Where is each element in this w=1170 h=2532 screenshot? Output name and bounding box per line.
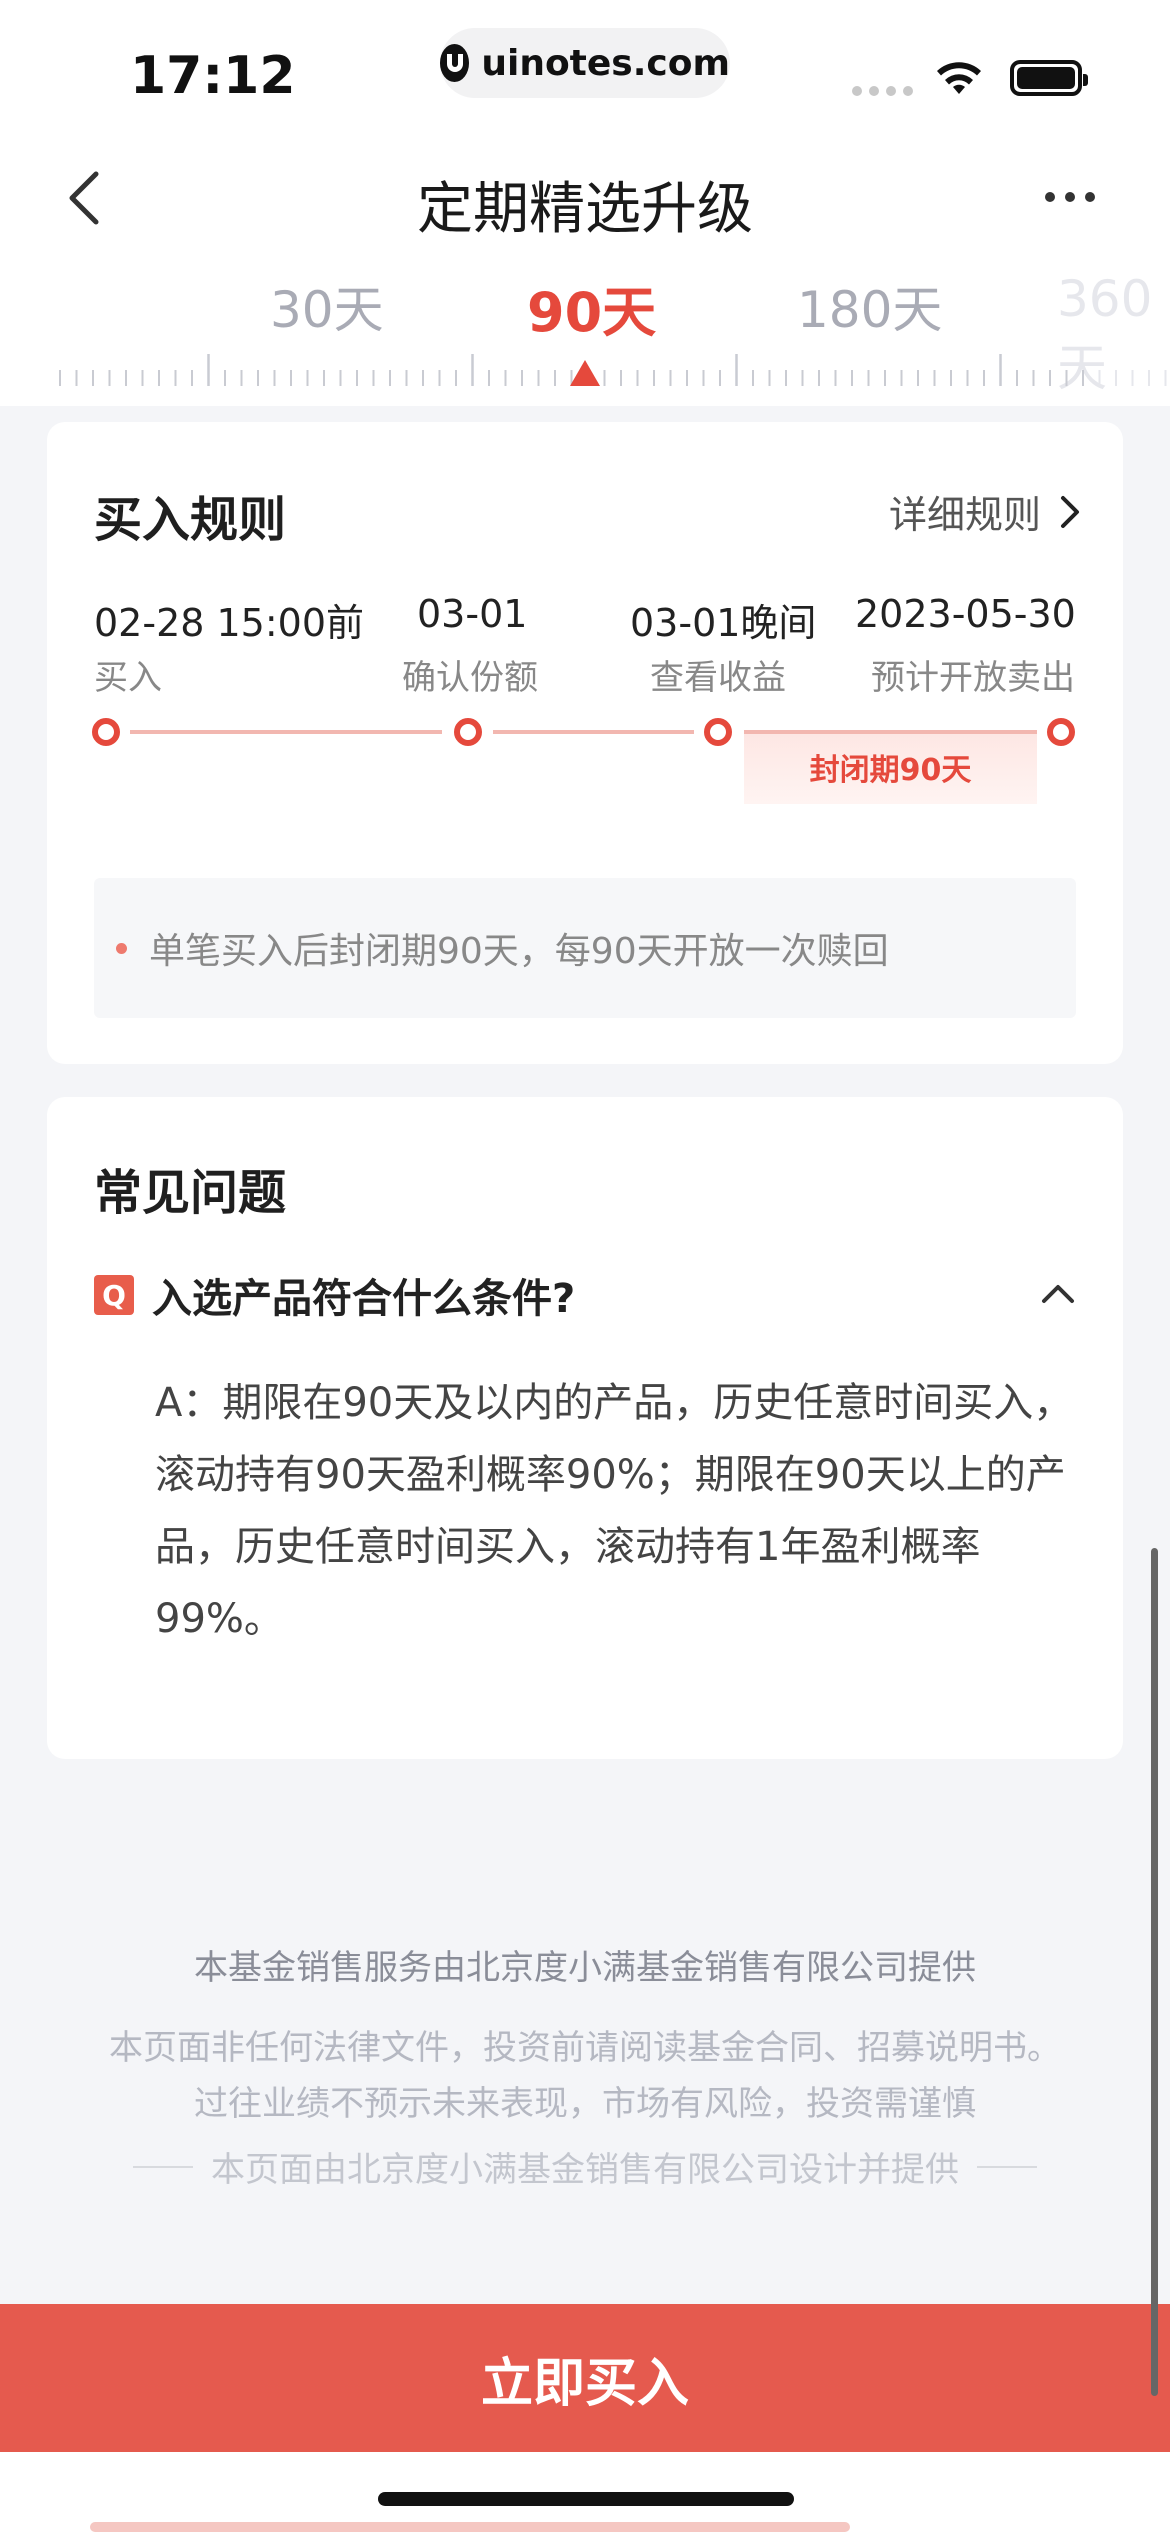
chevron-up-icon[interactable] <box>1040 1275 1076 1311</box>
timeline-node <box>92 718 120 746</box>
period-ruler[interactable] <box>0 350 1170 390</box>
page-title: 定期精选升级 <box>417 177 753 242</box>
chevron-right-icon <box>1061 495 1079 528</box>
period-30[interactable]: 30天 <box>270 270 384 342</box>
timeline-node <box>454 718 482 746</box>
cellular-signal-icon <box>852 86 913 96</box>
detail-rules-label: 详细规则 <box>888 493 1041 537</box>
step-date-earnings: 03-01晚间 <box>630 601 817 645</box>
period-selector[interactable]: 30天 90天 180天 360天 <box>0 270 1170 406</box>
url-text: uinotes.com <box>481 42 730 84</box>
question-badge-icon: Q <box>94 1275 134 1315</box>
footer-design: 本页面由北京度小满基金销售有限公司设计并提供 <box>0 2142 1170 2191</box>
home-indicator[interactable] <box>378 2492 794 2506</box>
step-date-sell: 2023-05-30 <box>855 592 1076 636</box>
step-date-buy: 02-28 15:00前 <box>94 601 365 645</box>
faq-question: 入选产品符合什么条件? <box>152 1276 576 1322</box>
faq-question-row[interactable]: Q 入选产品符合什么条件? <box>94 1265 1076 1325</box>
status-bar: 17:12 uinotes.com <box>0 0 1170 140</box>
timeline-node <box>704 718 732 746</box>
buy-rules-title: 买入规则 <box>94 492 287 548</box>
faq-answer: A：期限在90天及以内的产品，历史任意时间买入，滚动持有90天盈利概率90%；期… <box>155 1380 1074 1642</box>
url-pill[interactable]: uinotes.com <box>440 28 730 98</box>
site-logo-icon <box>440 44 470 82</box>
step-date-confirm: 03-01 <box>417 592 528 636</box>
timeline-node <box>1047 718 1075 746</box>
scrollbar[interactable] <box>1151 1548 1158 2396</box>
faq-card: 常见问题 Q 入选产品符合什么条件? A：期限在90天及以内的产品，历史任意时间… <box>47 1097 1123 1759</box>
more-options-icon[interactable] <box>1045 192 1095 202</box>
buy-rules-card: 买入规则 详细规则 02-28 15:00前 买入 03-01 确认份额 03-… <box>47 422 1123 1064</box>
divider <box>977 2165 1037 2168</box>
rule-note-text: 单笔买入后封闭期90天，每90天开放一次赎回 <box>149 931 889 972</box>
footer-design-text: 本页面由北京度小满基金销售有限公司设计并提供 <box>211 2150 959 2190</box>
rule-note: 单笔买入后封闭期90天，每90天开放一次赎回 <box>94 878 1076 1018</box>
faq-title: 常见问题 <box>94 1165 287 1221</box>
period-90-active[interactable]: 90天 <box>527 270 656 347</box>
wifi-icon <box>937 62 981 94</box>
bottom-glow <box>90 2522 850 2532</box>
step-label-sell: 预计开放卖出 <box>871 658 1075 698</box>
footer-provider: 本基金销售服务由北京度小满基金销售有限公司提供 <box>194 1948 976 1988</box>
bullet-dot-icon <box>116 942 127 954</box>
buy-now-button[interactable]: 立即买入 <box>0 2304 1170 2452</box>
timeline <box>92 718 1075 746</box>
status-time: 17:12 <box>130 46 296 106</box>
detail-rules-link[interactable]: 详细规则 <box>889 484 1083 539</box>
battery-icon <box>1010 60 1088 96</box>
footer-risk: 过往业绩不预示未来表现，市场有风险，投资需谨慎 <box>194 2084 976 2124</box>
footer-disclaimer: 本页面非任何法律文件，投资前请阅读基金合同、招募说明书。 <box>109 2028 1061 2068</box>
divider <box>133 2165 193 2168</box>
step-label-earnings: 查看收益 <box>650 658 786 698</box>
step-label-confirm: 确认份额 <box>402 658 538 698</box>
step-label-buy: 买入 <box>94 658 162 698</box>
nav-bar: 定期精选升级 <box>0 140 1170 270</box>
selected-period-pointer-icon <box>570 360 600 386</box>
period-180[interactable]: 180天 <box>797 270 942 342</box>
